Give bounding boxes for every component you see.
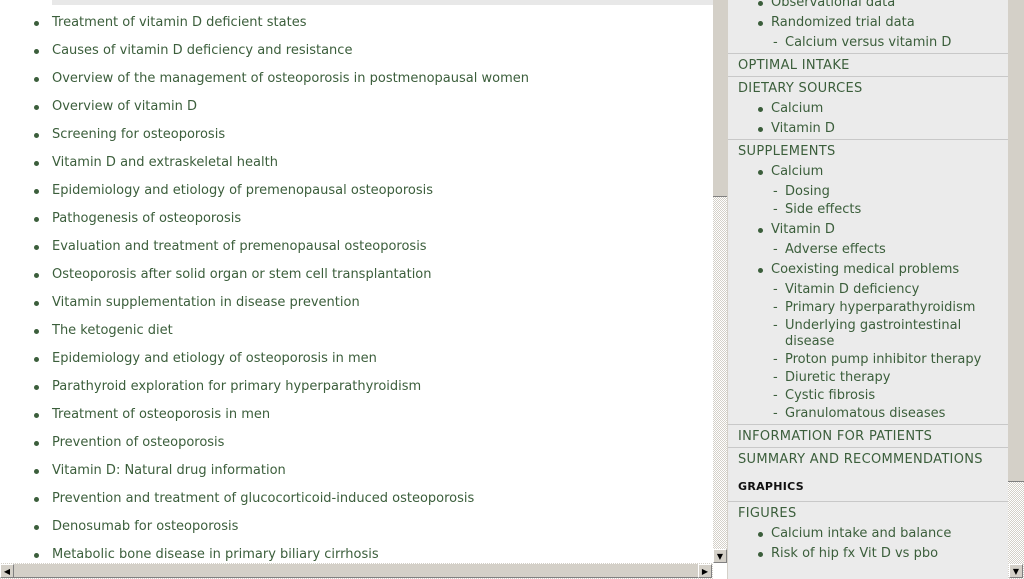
related-topic-link[interactable]: Vitamin supplementation in disease preve… <box>0 294 529 322</box>
outline-section-figures[interactable]: FIGURES <box>728 501 1008 524</box>
related-topic-link[interactable]: Epidemiology and etiology of premenopaus… <box>0 182 529 210</box>
related-topic-link[interactable]: Treatment of osteoporosis in men <box>0 406 529 434</box>
graphics-heading: GRAPHICS <box>738 480 804 493</box>
related-topic-link[interactable]: Overview of the management of osteoporos… <box>0 70 529 98</box>
related-topics-list: Treatment of vitamin D deficient states C… <box>0 14 529 563</box>
related-topic-link[interactable]: Metabolic bone disease in primary biliar… <box>0 546 529 563</box>
related-topics-pane: Treatment of vitamin D deficient states C… <box>0 0 713 563</box>
related-topic-link[interactable]: Vitamin D: Natural drug information <box>0 462 529 490</box>
scrollbar-thumb[interactable] <box>1008 0 1024 482</box>
outline-subitem[interactable]: Proton pump inhibitor therapy <box>728 352 1008 368</box>
scrollbar-thumb[interactable] <box>14 564 698 578</box>
related-topic-link[interactable]: Evaluation and treatment of premenopausa… <box>0 238 529 266</box>
scroll-right-arrow-icon[interactable]: ▶ <box>698 564 712 578</box>
related-topic-link[interactable]: Prevention and treatment of glucocortico… <box>0 490 529 518</box>
related-topic-link[interactable]: Epidemiology and etiology of osteoporosi… <box>0 350 529 378</box>
related-topic-link[interactable]: Parathyroid exploration for primary hype… <box>0 378 529 406</box>
scroll-down-arrow-icon[interactable]: ▼ <box>713 549 727 563</box>
outline-subitem[interactable]: Adverse effects <box>728 242 1008 258</box>
outline-subitem[interactable]: Granulomatous diseases <box>728 406 1008 422</box>
related-topic-link[interactable]: Vitamin D and extraskeletal health <box>0 154 529 182</box>
topic-outline: Observational data Randomized trial data… <box>728 0 1008 579</box>
outline-item[interactable]: Calcium intake and balance <box>728 524 1008 544</box>
outline-item[interactable]: Coexisting medical problems <box>728 260 1008 280</box>
outline-item[interactable]: Calcium <box>728 99 1008 119</box>
related-topic-link[interactable]: Osteoporosis after solid organ or stem c… <box>0 266 529 294</box>
outline-section-information-for-patients[interactable]: INFORMATION FOR PATIENTS <box>728 424 1008 447</box>
left-vertical-scrollbar[interactable]: ▼ <box>713 0 727 563</box>
related-topic-link[interactable]: Treatment of vitamin D deficient states <box>0 14 529 42</box>
outline-section-dietary-sources[interactable]: DIETARY SOURCES <box>728 76 1008 99</box>
right-vertical-scrollbar[interactable]: ▼ <box>1008 0 1024 579</box>
outline-item[interactable]: Observational data <box>728 0 1008 13</box>
section-header-bar <box>52 0 713 5</box>
outline-item[interactable]: Vitamin D <box>728 119 1008 139</box>
outline-subitem[interactable]: Cystic fibrosis <box>728 388 1008 404</box>
outline-section-summary[interactable]: SUMMARY AND RECOMMENDATIONS <box>728 447 1008 470</box>
related-topic-link[interactable]: Causes of vitamin D deficiency and resis… <box>0 42 529 70</box>
outline-item[interactable]: Risk of hip fx Vit D vs pbo <box>728 544 1008 564</box>
left-horizontal-scrollbar[interactable]: ◀ ▶ <box>0 563 713 579</box>
scrollbar-thumb[interactable] <box>713 0 727 197</box>
outline-item[interactable]: Randomized trial data <box>728 13 1008 33</box>
outline-section-optimal-intake[interactable]: OPTIMAL INTAKE <box>728 53 1008 76</box>
outline-section-supplements[interactable]: SUPPLEMENTS <box>728 139 1008 162</box>
outline-subitem[interactable]: Diuretic therapy <box>728 370 1008 386</box>
related-topic-link[interactable]: Denosumab for osteoporosis <box>0 518 529 546</box>
related-topic-link[interactable]: Overview of vitamin D <box>0 98 529 126</box>
outline-subitem[interactable]: Vitamin D deficiency <box>728 282 1008 298</box>
outline-subitem[interactable]: Side effects <box>728 202 1008 218</box>
outline-subitem[interactable]: Underlying gastrointestinal disease <box>728 318 968 350</box>
outline-subitem[interactable]: Dosing <box>728 184 1008 200</box>
outline-subitem[interactable]: Primary hyperparathyroidism <box>728 300 1008 316</box>
related-topic-link[interactable]: Pathogenesis of osteoporosis <box>0 210 529 238</box>
related-topic-link[interactable]: Screening for osteoporosis <box>0 126 529 154</box>
scroll-down-arrow-icon[interactable]: ▼ <box>1009 564 1023 578</box>
outline-subitem[interactable]: Calcium versus vitamin D <box>728 35 1008 51</box>
scroll-left-arrow-icon[interactable]: ◀ <box>0 564 14 578</box>
related-topic-link[interactable]: Prevention of osteoporosis <box>0 434 529 462</box>
outline-item[interactable]: Vitamin D <box>728 220 1008 240</box>
related-topic-link[interactable]: The ketogenic diet <box>0 322 529 350</box>
outline-pane: Observational data Randomized trial data… <box>727 0 1008 579</box>
outline-item[interactable]: Calcium <box>728 162 1008 182</box>
